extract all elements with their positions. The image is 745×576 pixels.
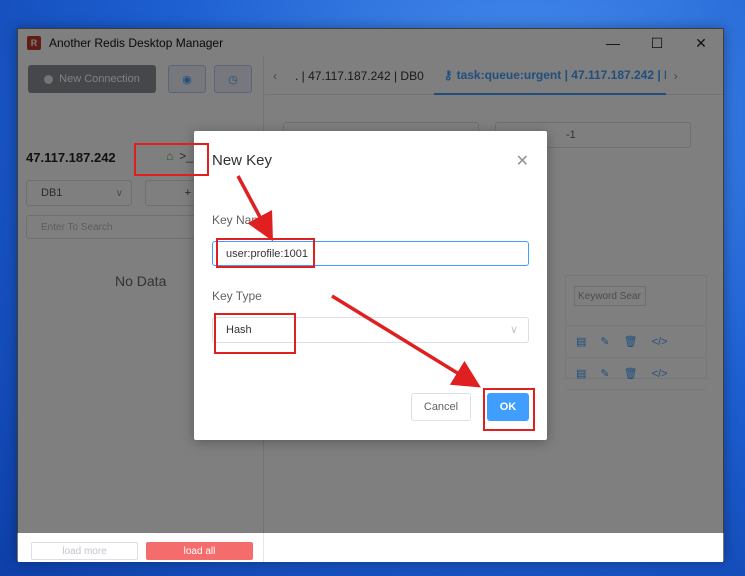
highlight-key-name [216,238,315,268]
key-name-label: Key Name [212,213,269,227]
dialog-title: New Key [212,152,273,169]
highlight-key-type [214,313,296,354]
load-all-button[interactable]: load all [146,542,253,560]
cancel-button[interactable]: Cancel [411,393,471,421]
key-type-label: Key Type [212,289,262,303]
close-icon[interactable]: ✕ [516,151,529,171]
highlight-ok-button [483,388,535,431]
load-more-button[interactable]: load more [31,542,138,560]
highlight-new-key-button [134,143,209,176]
chevron-down-icon: ∨ [509,324,518,336]
